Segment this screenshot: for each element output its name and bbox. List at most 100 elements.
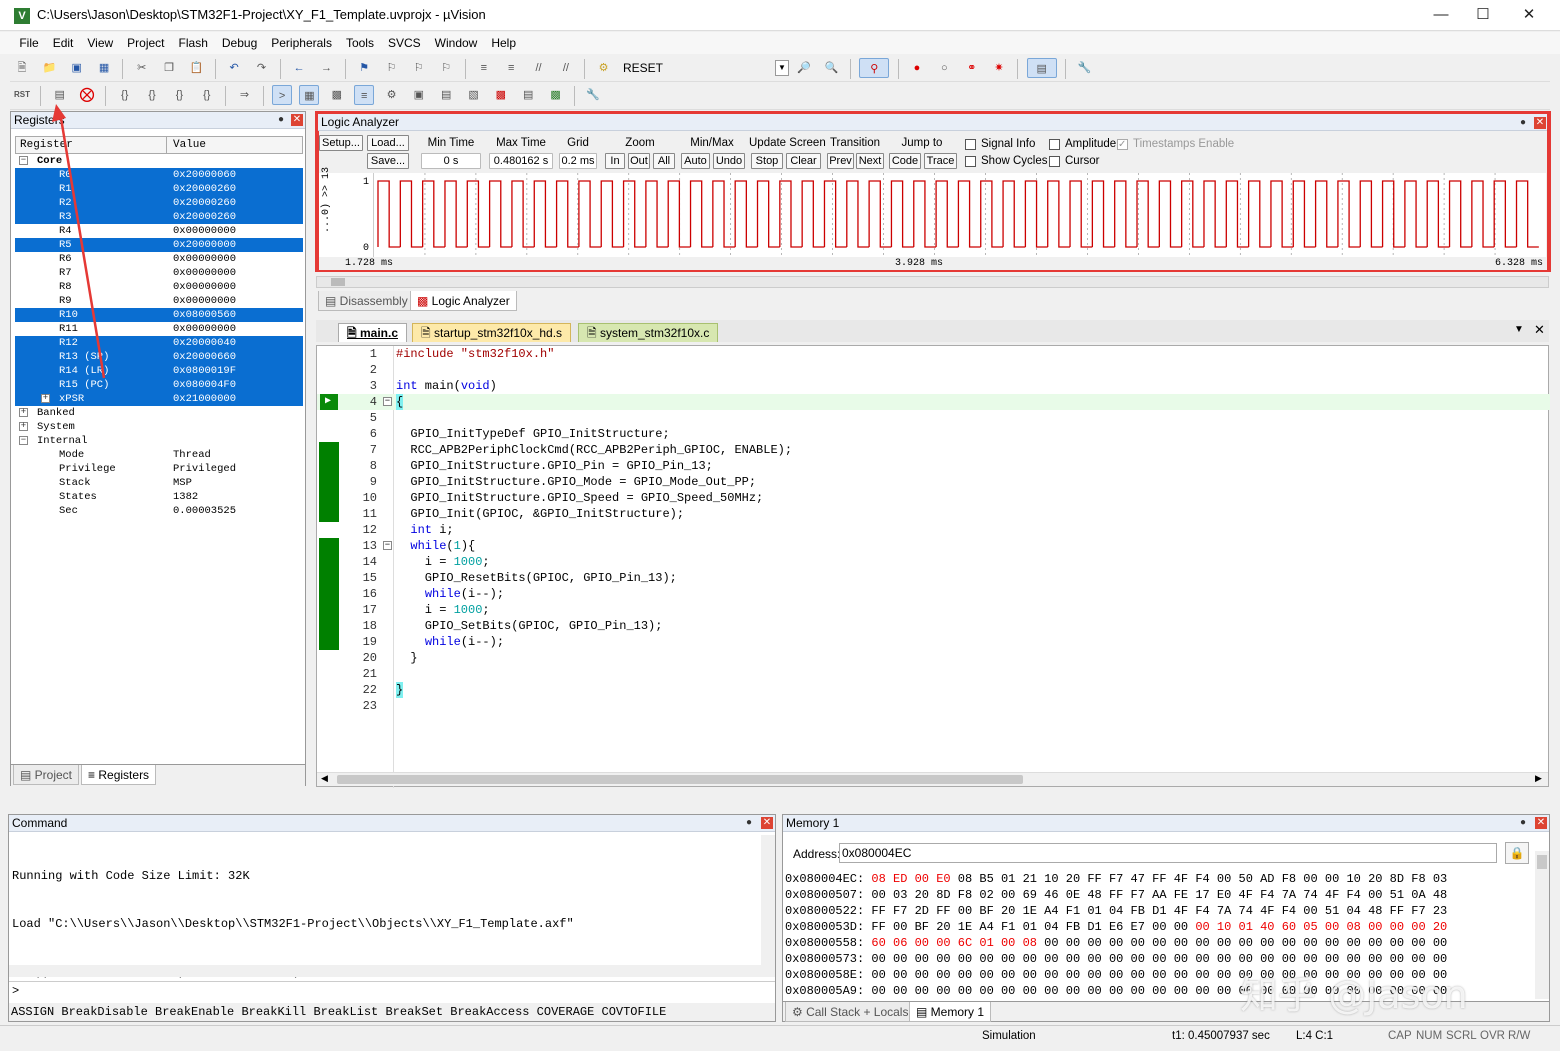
memory-byte[interactable]: D1 — [1152, 904, 1166, 918]
indent-icon[interactable]: ≡ — [474, 58, 494, 78]
menu-window[interactable]: Window — [428, 33, 485, 53]
menu-edit[interactable]: Edit — [46, 33, 81, 53]
open-folder-icon[interactable]: 📁 — [39, 58, 59, 78]
memory-byte[interactable]: 20 — [915, 888, 929, 902]
memory-byte[interactable]: 10 — [1044, 872, 1058, 886]
memory-byte[interactable]: 0E — [1066, 888, 1080, 902]
code-line[interactable]: 11 GPIO_Init(GPIOC, &GPIO_InitStructure)… — [317, 506, 1550, 522]
memory-byte[interactable]: 00 — [1001, 968, 1015, 982]
breakpoint-disable-all-icon[interactable]: ⚭ — [962, 58, 982, 78]
memory-byte[interactable]: 01 — [1087, 904, 1101, 918]
code-line[interactable]: 14 i = 1000; — [317, 554, 1550, 570]
memory-byte[interactable]: FB — [1066, 920, 1080, 934]
memory-byte[interactable]: 00 — [893, 968, 907, 982]
la-horizontal-scrollbar[interactable] — [316, 276, 1549, 288]
code-line[interactable]: 7 RCC_APB2PeriphClockCmd(RCC_APB2Periph_… — [317, 442, 1550, 458]
amplitude-checkbox[interactable] — [1049, 139, 1060, 150]
symbols-window-icon[interactable]: ▩ — [327, 85, 347, 105]
show-cycles-checkbox[interactable] — [965, 156, 976, 167]
close-file-icon[interactable]: ✕ — [1534, 322, 1545, 338]
register-row[interactable]: R10 0x08000560 — [15, 308, 303, 322]
memory-byte[interactable]: 00 — [1152, 984, 1166, 998]
memory-byte[interactable]: 00 — [979, 984, 993, 998]
memory-byte[interactable]: 00 — [1109, 936, 1123, 950]
fold-icon[interactable]: − — [383, 397, 392, 406]
memory-byte[interactable]: 00 — [1217, 936, 1231, 950]
memory-byte[interactable]: F1 — [1001, 920, 1015, 934]
collapse-icon[interactable]: − — [19, 156, 28, 165]
memory-byte[interactable]: 8D — [936, 888, 950, 902]
minimize-button[interactable]: — — [1418, 3, 1464, 27]
register-value[interactable]: 0x20000040 — [173, 336, 236, 350]
redo-icon[interactable]: ↷ — [251, 58, 271, 78]
register-value[interactable]: 0x20000260 — [173, 182, 236, 196]
register-row[interactable]: R0 0x20000060 — [15, 168, 303, 182]
incremental-find-icon[interactable]: 🔍 — [822, 58, 842, 78]
uncomment-icon[interactable]: // — [556, 58, 576, 78]
disassembly-window-icon[interactable]: ▦ — [299, 85, 320, 105]
memory-byte[interactable]: 00 — [1001, 936, 1015, 950]
memory-byte[interactable]: 00 — [1087, 984, 1101, 998]
memory-byte[interactable]: 00 — [1195, 984, 1209, 998]
memory-byte[interactable]: 00 — [1217, 952, 1231, 966]
show-next-statement-icon[interactable]: ⇒ — [234, 85, 254, 105]
memory-byte[interactable]: 00 — [1001, 984, 1015, 998]
find-in-files-icon[interactable]: 🔎 — [794, 58, 814, 78]
memory-row[interactable]: 0x08000507: 00 03 20 8D F8 02 00 69 46 0E 48 FF F7 AA F… — [785, 887, 1447, 903]
close-icon[interactable]: ✕ — [761, 817, 773, 829]
code-line[interactable]: 8 GPIO_InitStructure.GPIO_Pin = GPIO_Pin… — [317, 458, 1550, 474]
code-line[interactable]: 23 — [317, 698, 1550, 714]
fold-icon[interactable]: − — [383, 541, 392, 550]
watch-window-icon[interactable]: ▣ — [409, 85, 429, 105]
memory-byte[interactable]: F7 — [893, 904, 907, 918]
memory-byte[interactable]: 20 — [1368, 872, 1382, 886]
memory-byte[interactable]: 17 — [1195, 888, 1209, 902]
memory-byte[interactable]: BF — [979, 904, 993, 918]
code-line[interactable]: 10 GPIO_InitStructure.GPIO_Speed = GPIO_… — [317, 490, 1550, 506]
memory-byte[interactable]: 46 — [1044, 888, 1058, 902]
memory-byte[interactable]: 00 — [1174, 920, 1188, 934]
memory-byte[interactable]: 69 — [1023, 888, 1037, 902]
memory-byte[interactable]: 74 — [1303, 888, 1317, 902]
memory-byte[interactable]: 48 — [1087, 888, 1101, 902]
memory-byte[interactable]: 00 — [1303, 936, 1317, 950]
memory-byte[interactable]: 00 — [1174, 952, 1188, 966]
memory-byte[interactable]: 20 — [1433, 920, 1447, 934]
memory-byte[interactable]: 00 — [936, 936, 950, 950]
memory-byte[interactable]: 74 — [1239, 904, 1253, 918]
memory-byte[interactable]: 00 — [871, 968, 885, 982]
register-value[interactable]: 0x00000000 — [173, 266, 236, 280]
close-window-button[interactable]: ✕ — [1506, 3, 1552, 27]
memory-byte[interactable]: 00 — [1195, 952, 1209, 966]
memory-byte[interactable]: 00 — [1260, 936, 1274, 950]
signal-info-checkbox[interactable] — [965, 139, 976, 150]
register-row[interactable]: R15 (PC) 0x080004F0 — [15, 378, 303, 392]
code-line[interactable]: 21 — [317, 666, 1550, 682]
memory-byte[interactable]: 00 — [1217, 968, 1231, 982]
menu-tools[interactable]: Tools — [339, 33, 381, 53]
code-line[interactable]: 13− while(1){ — [317, 538, 1550, 554]
register-row[interactable]: R13 (SP) 0x20000660 — [15, 350, 303, 364]
target-select[interactable]: RESET ▼ — [619, 58, 789, 78]
memory-byte[interactable]: FF — [936, 904, 950, 918]
tab-main-c[interactable]: 🗎 main.c — [338, 323, 407, 342]
memory-row[interactable]: 0x08000558: 60 06 00 00 6C 01 00 08 00 00 00 00 00 00 0… — [785, 935, 1447, 951]
memory-byte[interactable]: 4F — [1325, 888, 1339, 902]
memory-byte[interactable]: 02 — [979, 888, 993, 902]
memory-byte[interactable]: 00 — [1174, 936, 1188, 950]
register-row[interactable]: R6 0x00000000 — [15, 252, 303, 266]
memory-byte[interactable]: 00 — [915, 984, 929, 998]
memory-byte[interactable]: F7 — [1411, 904, 1425, 918]
memory-byte[interactable]: 00 — [1433, 936, 1447, 950]
scroll-thumb[interactable] — [337, 775, 1023, 784]
cursor-checkbox[interactable] — [1049, 156, 1060, 167]
internal-row[interactable]: Privilege Privileged — [15, 462, 303, 476]
memory-byte[interactable]: FF — [871, 920, 885, 934]
memory-byte[interactable]: 00 — [1066, 984, 1080, 998]
paste-icon[interactable]: 📋 — [186, 58, 206, 78]
memory-byte[interactable]: 00 — [1195, 936, 1209, 950]
memory-byte[interactable]: AD — [1260, 872, 1274, 886]
unindent-icon[interactable]: ≡ — [501, 58, 521, 78]
register-value[interactable]: 0x00000000 — [173, 224, 236, 238]
memory-byte[interactable]: 00 — [1152, 936, 1166, 950]
